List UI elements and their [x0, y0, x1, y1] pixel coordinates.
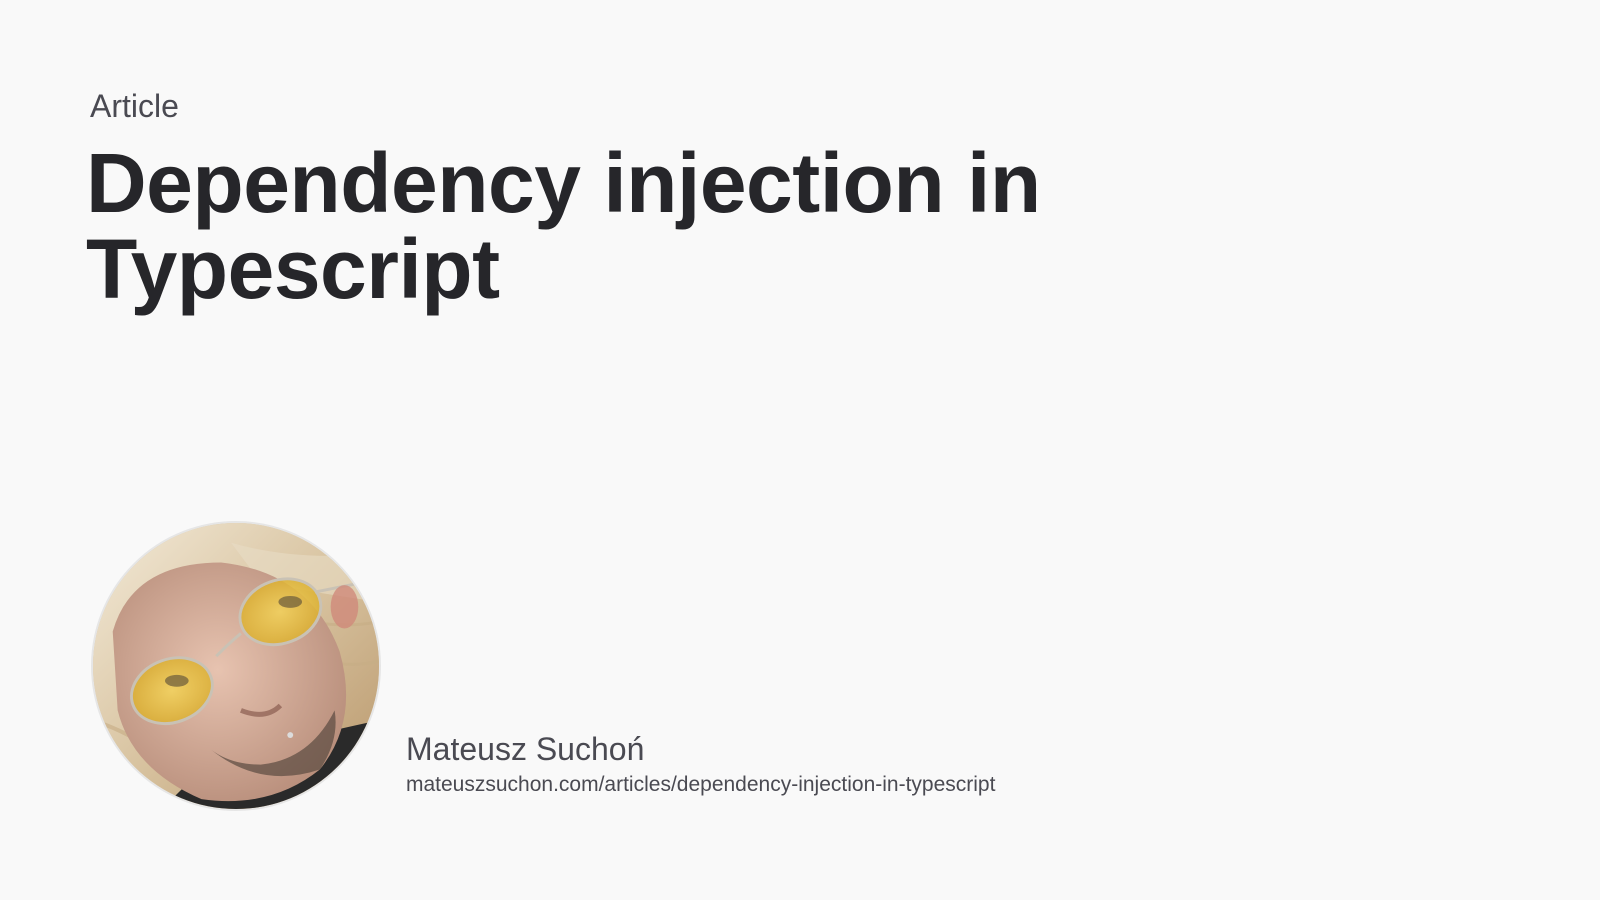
- article-card: Article Dependency injection in Typescri…: [0, 0, 1600, 900]
- article-kind-label: Article: [90, 88, 179, 124]
- author-name: Mateusz Suchoń: [406, 731, 645, 767]
- author-photo-icon: [93, 523, 379, 809]
- article-url[interactable]: mateuszsuchon.com/articles/dependency-in…: [406, 773, 995, 797]
- author-avatar: [91, 521, 381, 811]
- article-title: Dependency injection in Typescript: [86, 136, 1041, 316]
